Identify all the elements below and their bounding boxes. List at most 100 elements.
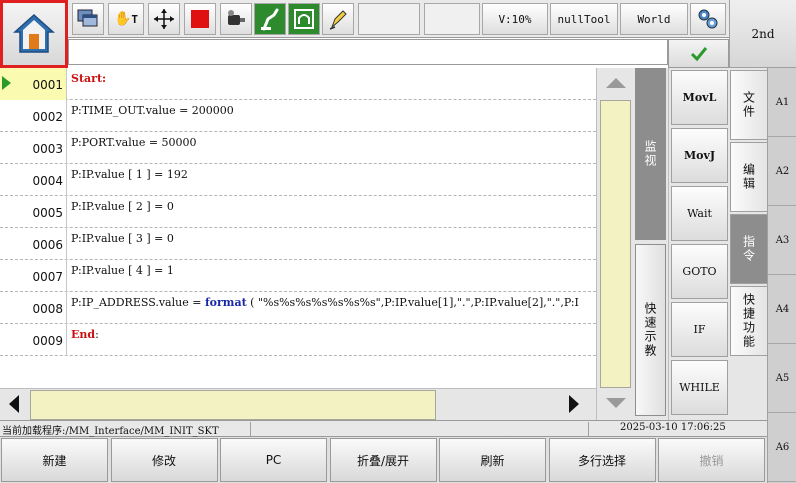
toolbar: ✋ T V:10% nullTool World: [68, 0, 729, 38]
code-line[interactable]: 0004 P:IP.value [ 1 ] = 192: [0, 164, 596, 196]
home-icon: [13, 13, 55, 53]
a-key-column: A1 A2 A3 A4 A5 A6: [767, 68, 796, 483]
scroll-up-icon[interactable]: [606, 78, 626, 88]
scroll-right-icon[interactable]: [569, 395, 579, 413]
teach-pen-button[interactable]: [322, 3, 354, 35]
code-line[interactable]: 0009 End:: [0, 324, 596, 356]
hand-t-label: T: [131, 12, 139, 26]
a-key-a1[interactable]: A1: [768, 68, 796, 137]
category-tab[interactable]: 文件: [730, 70, 767, 140]
a-key-a5[interactable]: A5: [768, 344, 796, 413]
code-line[interactable]: 0008 P:IP_ADDRESS.value = format ( "%s%s%…: [0, 292, 596, 324]
bottom-button[interactable]: 刷新: [439, 438, 546, 482]
tool-selector[interactable]: nullTool: [550, 3, 618, 35]
tab-monitor[interactable]: 监视: [635, 68, 666, 240]
status-divider: [250, 422, 251, 436]
robot-arm-button[interactable]: [254, 3, 286, 35]
bottom-button[interactable]: 修改: [110, 438, 218, 482]
code-token: P:IP.value [ 1 ] = 192: [71, 168, 188, 181]
vertical-scroll-thumb[interactable]: [600, 100, 631, 388]
code-token: P:IP_ADDRESS.value =: [71, 296, 205, 309]
status-datetime: 2025-03-10 17:06:25: [620, 422, 726, 433]
current-line-arrow-icon: [2, 76, 11, 90]
servo-button[interactable]: [220, 3, 252, 35]
line-number: 0006: [0, 228, 67, 260]
check-icon: [690, 46, 707, 61]
line-number: 0007: [0, 260, 67, 292]
keyword-token: :: [102, 72, 107, 85]
category-tab[interactable]: 指令: [730, 214, 767, 284]
status-bar: 当前加载程序:/MM_Interface/MM_INIT_SKT 2025-03…: [0, 420, 767, 437]
code-line[interactable]: 0003 P:PORT.value = 50000: [0, 132, 596, 164]
emergency-stop-icon: [294, 9, 314, 29]
scroll-down-icon[interactable]: [606, 398, 626, 408]
vertical-scrollbar[interactable]: [596, 68, 633, 420]
code-line[interactable]: 0005 P:IP.value [ 2 ] = 0: [0, 196, 596, 228]
bottom-button[interactable]: 折叠/展开: [329, 438, 437, 482]
bottom-button[interactable]: 多行选择: [548, 438, 656, 482]
gear-people-icon: [698, 9, 718, 29]
confirm-button[interactable]: [668, 39, 729, 68]
command-input[interactable]: [68, 39, 668, 65]
bottom-button[interactable]: PC: [220, 438, 327, 482]
horizontal-scrollbar[interactable]: [0, 388, 596, 420]
horizontal-scroll-thumb[interactable]: [30, 390, 436, 420]
code-text: P:IP.value [ 1 ] = 192: [71, 168, 188, 181]
tab-quick-teach[interactable]: 快速示教: [635, 244, 666, 416]
stop-button[interactable]: [184, 3, 216, 35]
toolbar-blank-1: [358, 3, 420, 35]
code-text: Start:: [71, 72, 106, 85]
instruction-button-goto[interactable]: GOTO: [671, 244, 728, 299]
program-editor[interactable]: 0001 Start: 0002 P:TIME_OUT.value = 200000 0…: [0, 68, 596, 390]
line-number: 0009: [0, 324, 67, 356]
a-key-a3[interactable]: A3: [768, 206, 796, 275]
line-number: 0004: [0, 164, 67, 196]
bottom-button[interactable]: 撤销: [658, 438, 765, 482]
status-divider: [588, 422, 589, 436]
category-tab[interactable]: 快捷功能: [730, 286, 767, 356]
code-token: P:IP.value [ 3 ] = 0: [71, 232, 174, 245]
keyword-token: Start: [71, 72, 103, 85]
scroll-left-icon[interactable]: [9, 395, 19, 413]
settings-button[interactable]: [690, 3, 726, 35]
instruction-panel: MovL MovJ Wait GOTO IF WHILE: [668, 68, 729, 420]
instruction-button-movl[interactable]: MovL: [671, 70, 728, 125]
instruction-button-wait[interactable]: Wait: [671, 186, 728, 241]
hand-tool-button[interactable]: ✋ T: [108, 3, 144, 35]
a-key-a4[interactable]: A4: [768, 275, 796, 344]
home-button[interactable]: [0, 0, 68, 68]
code-text: P:IP.value [ 3 ] = 0: [71, 232, 174, 245]
instruction-button-if[interactable]: IF: [671, 302, 728, 357]
code-token: P:PORT.value = 50000: [71, 136, 197, 149]
robot-arm-icon: [261, 8, 279, 31]
instruction-button-while[interactable]: WHILE: [671, 360, 728, 415]
axis-move-button[interactable]: [148, 3, 180, 35]
code-line[interactable]: 0007 P:IP.value [ 4 ] = 1: [0, 260, 596, 292]
second-function-key[interactable]: 2nd: [729, 0, 796, 68]
bottom-button-bar: 新建 修改 PC 折叠/展开 刷新 多行选择 撤销: [0, 437, 767, 483]
hand-icon: ✋: [113, 11, 132, 27]
code-text: P:IP.value [ 4 ] = 1: [71, 264, 174, 277]
instruction-button-movj[interactable]: MovJ: [671, 128, 728, 183]
emergency-button[interactable]: [288, 3, 320, 35]
side-tabs: 监视 快速示教: [633, 68, 668, 420]
a-key-a2[interactable]: A2: [768, 137, 796, 206]
code-line[interactable]: 0001 Start:: [0, 68, 596, 100]
code-line[interactable]: 0002 P:TIME_OUT.value = 200000: [0, 100, 596, 132]
code-token: P:TIME_OUT.value = 200000: [71, 104, 234, 117]
category-tab[interactable]: 编辑: [730, 142, 767, 212]
speed-indicator[interactable]: V:10%: [482, 3, 548, 35]
code-line[interactable]: 0006 P:IP.value [ 3 ] = 0: [0, 228, 596, 260]
line-number: 0008: [0, 292, 67, 324]
servo-motor-icon: [228, 10, 245, 25]
frame-selector[interactable]: World: [620, 3, 688, 35]
stop-square-icon: [191, 10, 209, 28]
a-key-a6[interactable]: A6: [768, 413, 796, 482]
window-switch-button[interactable]: [72, 3, 104, 35]
code-token: ( "%s%s%s%s%s%s%s",P:IP.value[1],".",P:I…: [246, 296, 579, 309]
keyword-token: End: [71, 328, 96, 341]
toolbar-blank-2: [424, 3, 480, 35]
bottom-button[interactable]: 新建: [1, 438, 108, 482]
code-text: P:IP.value [ 2 ] = 0: [71, 200, 174, 213]
category-tabs: 文件 编辑 指令 快捷功能: [729, 68, 767, 420]
